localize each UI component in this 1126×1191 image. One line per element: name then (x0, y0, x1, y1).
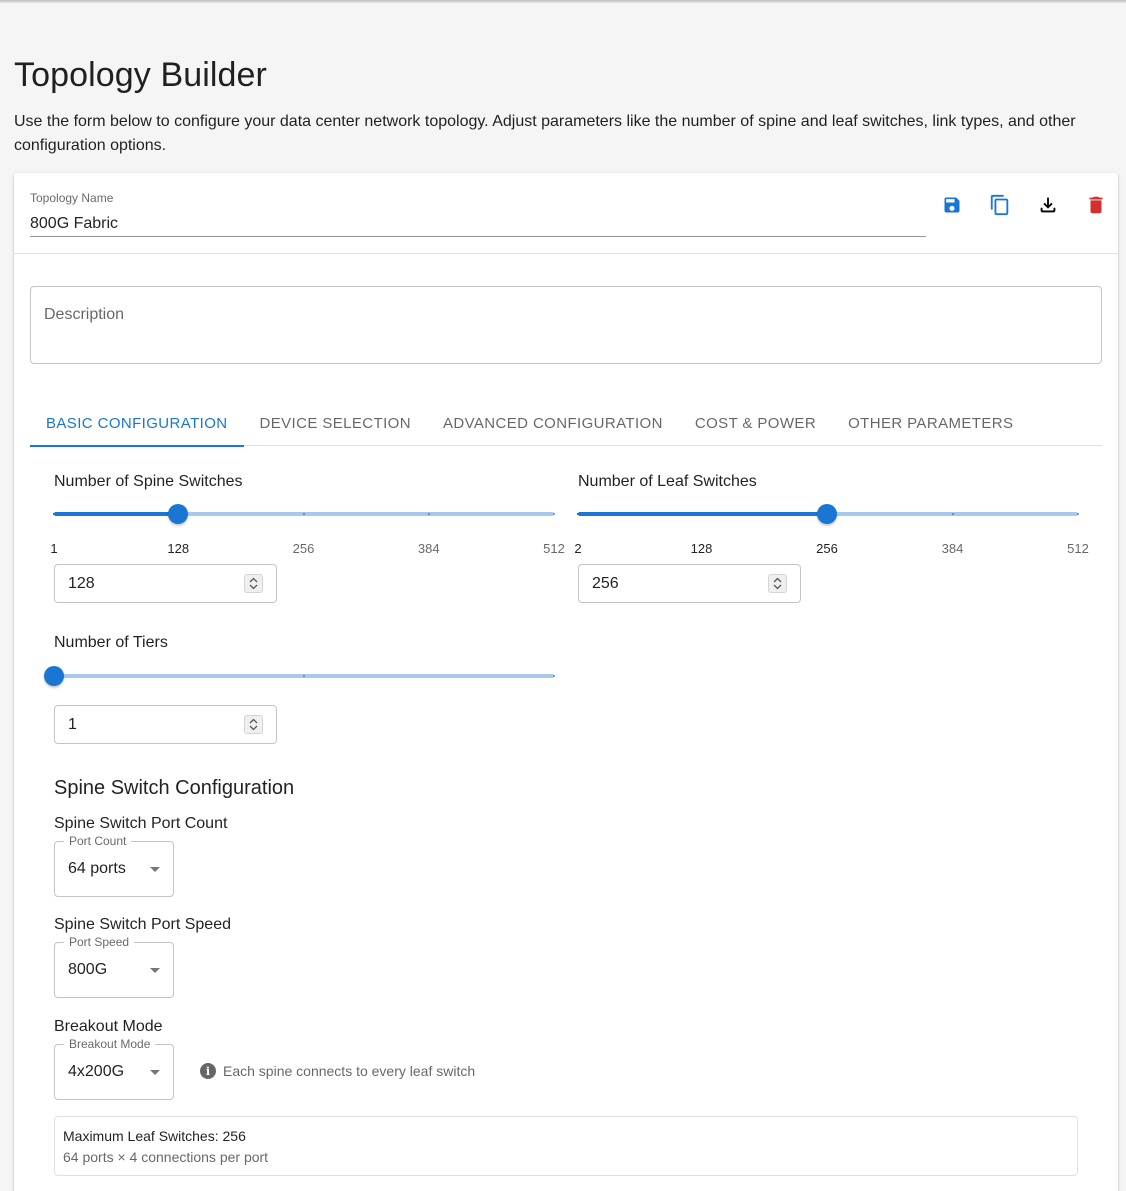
delete-icon (1089, 196, 1103, 214)
port-speed-select[interactable]: Port Speed 800G (54, 935, 174, 998)
port-speed-value: 800G (68, 961, 108, 978)
spinner-icon[interactable] (768, 574, 787, 593)
description-placeholder: Description (44, 306, 125, 323)
breakout-value: 4x200G (68, 1063, 125, 1080)
slider-mark (1077, 513, 1079, 515)
tiers-value: 1 (68, 716, 77, 733)
slider-thumb[interactable] (817, 504, 838, 524)
delete-button[interactable] (1076, 191, 1116, 219)
breakout-info-text: Each spine connects to every leaf switch (223, 1063, 476, 1079)
slider-mark-label: 256 (816, 541, 838, 556)
summary-calculation: 64 ports × 4 connections per port (63, 1149, 269, 1165)
slider-track (54, 512, 179, 516)
top-shadow-bar (0, 0, 1126, 3)
tiers-input[interactable]: 1 (54, 705, 277, 744)
tiers-label: Number of Tiers (54, 634, 168, 651)
slider-mark (577, 513, 579, 515)
save-icon (944, 197, 960, 213)
breakout-info: i Each spine connects to every leaf swit… (200, 1063, 475, 1079)
leaf-count-label: Number of Leaf Switches (578, 473, 757, 490)
spine-config-heading: Spine Switch Configuration (54, 777, 295, 799)
slider-mark (951, 513, 954, 515)
spine-count-label: Number of Spine Switches (54, 473, 243, 490)
slider-thumb[interactable] (44, 666, 64, 686)
dropdown-arrow-icon (150, 867, 160, 872)
tab-advanced-configuration[interactable]: ADVANCED CONFIGURATION (427, 400, 679, 446)
slider-mark (53, 513, 55, 515)
topology-name-label: Topology Name (30, 191, 114, 205)
leaf-count-input[interactable]: 256 (578, 564, 801, 603)
leaf-count-value: 256 (592, 575, 619, 592)
summary-box: Maximum Leaf Switches: 256 64 ports × 4 … (54, 1116, 1078, 1176)
download-icon (1040, 197, 1056, 213)
breakout-legend: Breakout Mode (64, 1037, 156, 1051)
slider-mark (427, 513, 430, 515)
slider-mark-label: 512 (1067, 541, 1089, 556)
leaf-count-slider[interactable]: 2 128 256 384 512 (574, 504, 1089, 556)
spinner-icon[interactable] (244, 574, 263, 593)
spine-count-value: 128 (68, 575, 95, 592)
summary-max-leaf: Maximum Leaf Switches: 256 (63, 1128, 246, 1144)
slider-mark-label: 384 (941, 541, 964, 556)
download-button[interactable] (1028, 191, 1068, 219)
spine-count-slider[interactable]: 1 128 256 384 512 (50, 504, 565, 556)
card-header: Topology Name (14, 173, 1118, 254)
spinner-icon[interactable] (244, 715, 263, 734)
slider-mark-label: 128 (167, 541, 190, 556)
tiers-slider[interactable] (44, 666, 555, 686)
dropdown-arrow-icon (150, 1070, 160, 1075)
slider-mark (303, 675, 305, 677)
slider-mark (553, 513, 555, 515)
breakout-title: Breakout Mode (54, 1018, 163, 1035)
slider-mark-label: 128 (690, 541, 713, 556)
tab-cost-power[interactable]: COST & POWER (679, 400, 832, 446)
duplicate-button[interactable] (980, 191, 1020, 219)
spine-count-input[interactable]: 128 (54, 564, 277, 603)
page-intro: Use the form below to configure your dat… (14, 113, 1076, 154)
info-icon: i (200, 1063, 216, 1079)
dropdown-arrow-icon (150, 968, 160, 973)
slider-mark-label: 256 (292, 541, 315, 556)
topology-card: Topology Name Description BASIC CONFIGUR… (14, 173, 1118, 1191)
page-title: Topology Builder (14, 56, 267, 94)
port-speed-legend: Port Speed (64, 935, 135, 949)
tab-other-parameters[interactable]: OTHER PARAMETERS (832, 400, 1029, 446)
slider-mark-label: 2 (574, 541, 582, 556)
header-actions (932, 191, 1116, 219)
tab-basic-configuration[interactable]: BASIC CONFIGURATION (30, 400, 244, 447)
copy-icon (990, 194, 1009, 216)
slider-mark (302, 513, 305, 515)
description-field[interactable]: Description (30, 286, 1102, 364)
slider-mark (553, 675, 555, 677)
slider-mark-label: 384 (417, 541, 440, 556)
port-count-select[interactable]: Port Count 64 ports (54, 834, 174, 897)
port-speed-title: Spine Switch Port Speed (54, 916, 231, 933)
port-count-legend: Port Count (64, 834, 132, 848)
tab-device-selection[interactable]: DEVICE SELECTION (244, 400, 427, 446)
slider-mark (700, 513, 703, 515)
config-tabs: BASIC CONFIGURATION DEVICE SELECTION ADV… (30, 400, 1102, 447)
slider-thumb[interactable] (168, 504, 189, 524)
breakout-select[interactable]: Breakout Mode 4x200G (54, 1037, 174, 1100)
port-count-title: Spine Switch Port Count (54, 815, 228, 832)
topology-name-input[interactable] (30, 211, 926, 237)
slider-mark-label: 512 (543, 541, 565, 556)
slider-mark-label: 1 (50, 541, 58, 556)
port-count-value: 64 ports (68, 860, 126, 877)
save-button[interactable] (932, 191, 972, 219)
slider-track (578, 512, 828, 516)
